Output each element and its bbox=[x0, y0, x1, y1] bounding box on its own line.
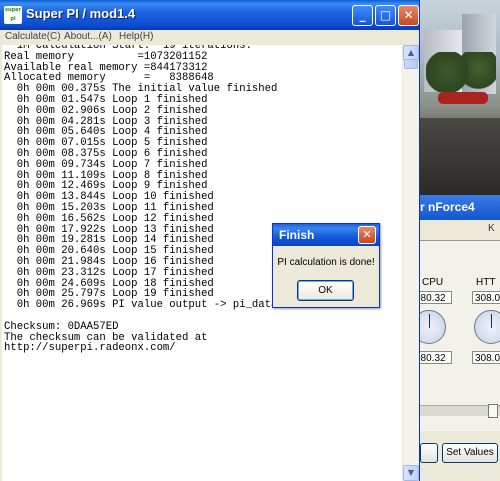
road bbox=[418, 118, 500, 195]
finish-message: PI calculation is done! bbox=[277, 257, 375, 268]
superpi-app-icon: super pi bbox=[4, 6, 22, 24]
maximize-icon[interactable]: □ bbox=[375, 5, 396, 26]
background-game-screenshot bbox=[418, 0, 500, 195]
finish-dialog-titlebar[interactable]: Finish ✕ bbox=[273, 224, 379, 246]
nforce4-tab-row: K bbox=[420, 220, 500, 241]
nforce4-tab[interactable]: K bbox=[488, 223, 495, 234]
nforce4-title: r nForce4 bbox=[420, 200, 475, 214]
slider-knob[interactable] bbox=[488, 404, 498, 418]
superpi-title: Super PI / mod1.4 bbox=[26, 6, 136, 21]
menu-help[interactable]: Help(H) bbox=[119, 30, 153, 44]
calculation-log: 1M Calculation Start. 19 iterations. Rea… bbox=[4, 45, 303, 355]
set-values-button[interactable]: Set Values bbox=[442, 443, 498, 463]
nforce4-partial-button[interactable] bbox=[420, 443, 438, 463]
scroll-down-icon[interactable]: ▼ bbox=[403, 465, 419, 481]
finish-dialog-title: Finish bbox=[279, 228, 315, 242]
htt-header: HTT bbox=[476, 277, 496, 288]
scrollbar-thumb[interactable] bbox=[404, 59, 418, 69]
frequency-slider[interactable] bbox=[420, 404, 500, 418]
close-icon[interactable]: ✕ bbox=[398, 5, 419, 26]
palm-trees bbox=[426, 52, 496, 92]
htt-gauge-icon bbox=[474, 310, 500, 344]
finish-dialog: Finish ✕ PI calculation is done! OK bbox=[272, 223, 380, 308]
minimize-icon[interactable]: _ bbox=[352, 5, 373, 26]
menu-about[interactable]: About...(A) bbox=[64, 30, 112, 44]
menu-bar: Calculate(C) About...(A) Help(H) bbox=[0, 30, 419, 44]
htt-value-field-2[interactable]: 308.03 bbox=[472, 351, 500, 364]
cpu-header: CPU bbox=[422, 277, 444, 288]
htt-value-field[interactable]: 308.03 bbox=[472, 291, 500, 304]
superpi-titlebar[interactable]: super pi Super PI / mod1.4 _ □ ✕ bbox=[0, 0, 419, 30]
menu-calculate[interactable]: Calculate(C) bbox=[5, 30, 61, 44]
nforce4-titlebar[interactable]: r nForce4 bbox=[420, 195, 500, 220]
ok-button[interactable]: OK bbox=[297, 280, 354, 301]
car bbox=[438, 92, 488, 104]
vertical-scrollbar[interactable]: ▲ ▼ bbox=[403, 45, 419, 481]
nforce4-window: r nForce4 K CPU HTT 080.32 308.03 080.32… bbox=[412, 195, 500, 481]
dialog-close-icon[interactable]: ✕ bbox=[358, 226, 376, 244]
